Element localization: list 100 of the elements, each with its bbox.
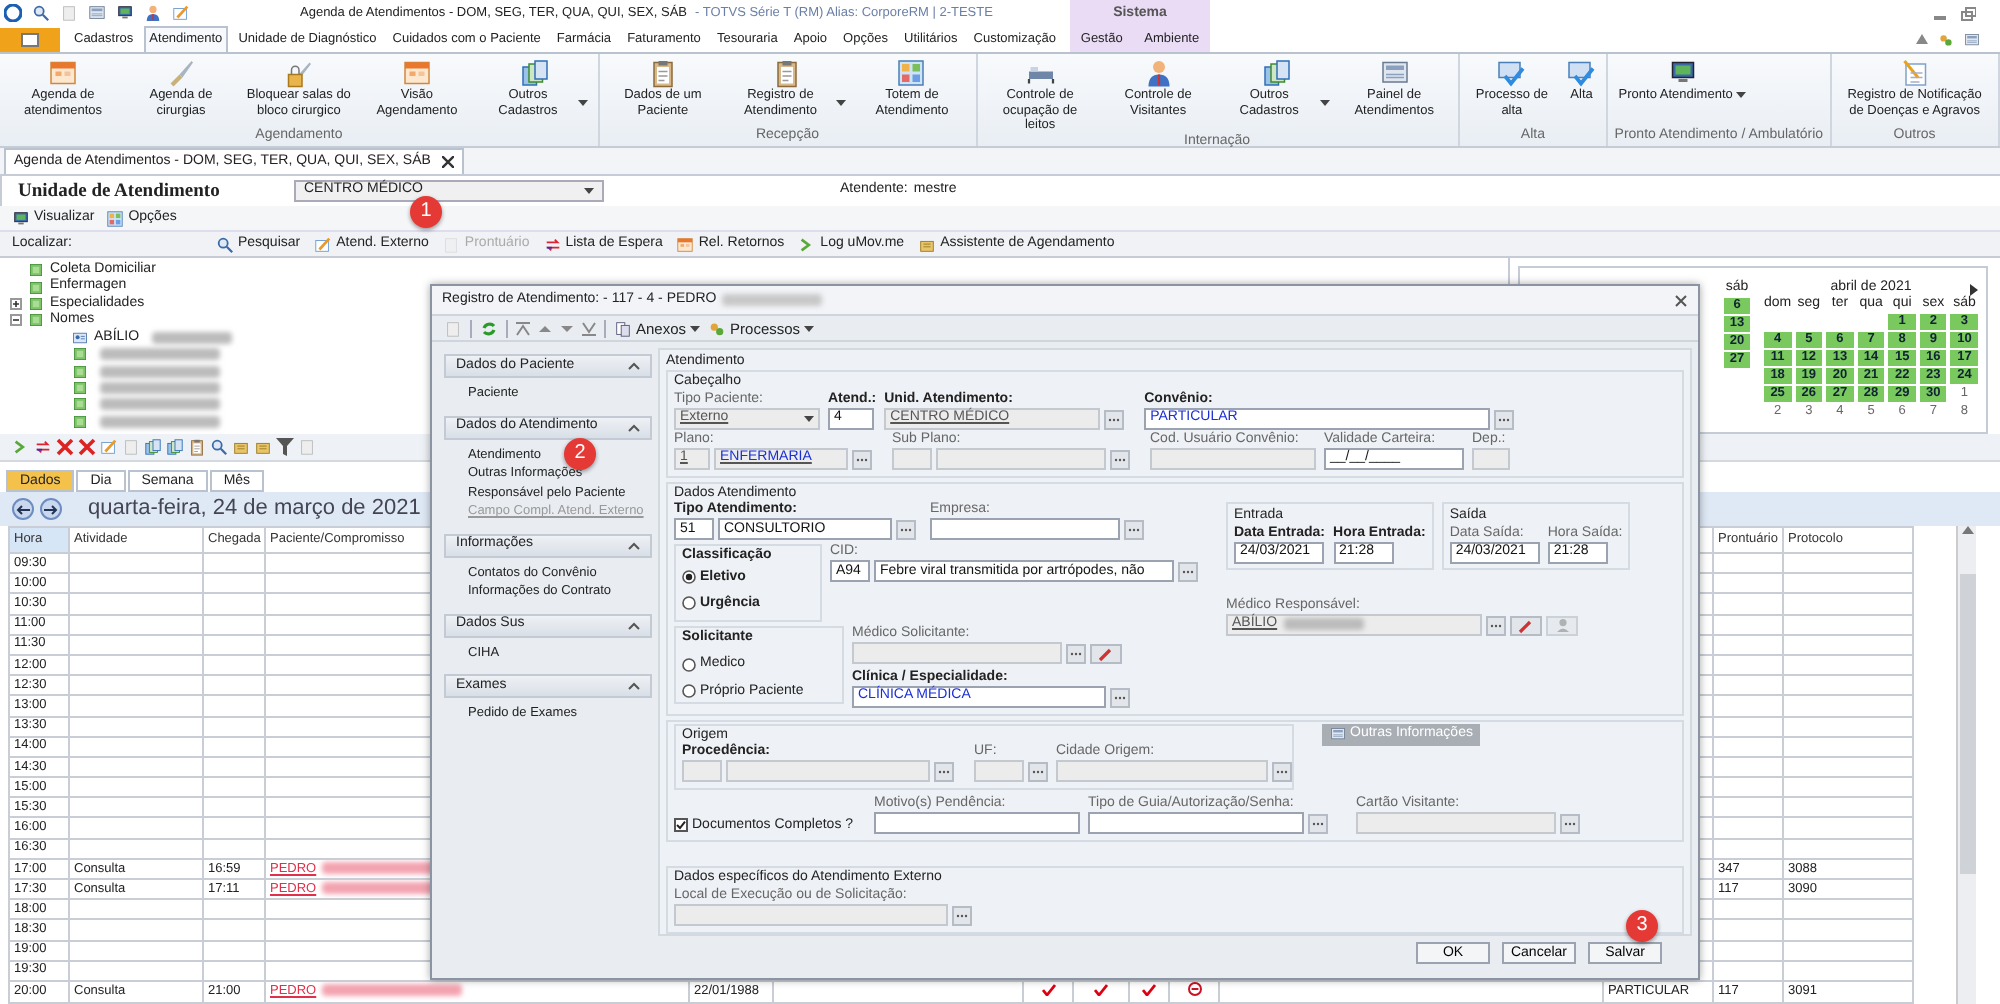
user-icon xyxy=(1555,618,1569,633)
input-field[interactable] xyxy=(874,812,1080,835)
ellipsis-icon xyxy=(1070,651,1082,656)
swap-arrows-icon xyxy=(34,438,52,456)
caret-icon xyxy=(1736,92,1747,99)
lookup-button[interactable] xyxy=(934,762,954,783)
caret-icon xyxy=(1319,100,1330,106)
ellipsis-icon xyxy=(1032,770,1044,775)
calendar-icon xyxy=(48,58,79,88)
caret-icon xyxy=(690,325,701,331)
first-record-icon xyxy=(516,321,530,335)
caret-icon xyxy=(804,415,814,422)
monitor-icon xyxy=(12,209,30,227)
next-day-button[interactable] xyxy=(40,498,62,520)
panel-icon xyxy=(1330,726,1346,743)
ellipsis-icon xyxy=(1108,417,1121,422)
lookup-button[interactable] xyxy=(1110,687,1130,708)
search-icon xyxy=(32,4,50,22)
caret-icon xyxy=(584,188,594,194)
next-record-icon xyxy=(560,321,574,335)
ellipsis-icon xyxy=(1490,623,1502,628)
ellipsis-icon xyxy=(938,770,950,775)
id-card-icon xyxy=(72,329,88,346)
padlock-icon xyxy=(283,58,314,88)
notepad-icon xyxy=(1899,58,1930,88)
lookup-button[interactable] xyxy=(1104,409,1125,430)
lookup-button[interactable] xyxy=(1178,562,1198,583)
close-icon xyxy=(1674,293,1688,307)
ellipsis-icon xyxy=(1312,822,1324,827)
lookup-button[interactable] xyxy=(1272,762,1292,783)
arrow-icon xyxy=(44,503,58,515)
date-title: quarta-feira, 24 de março de 2021 xyxy=(88,495,421,523)
caret-icon xyxy=(804,325,815,331)
delete-icon xyxy=(78,438,96,456)
lookup-button[interactable] xyxy=(952,905,972,925)
swap-arrows-icon xyxy=(543,235,562,253)
pen-icon xyxy=(1518,617,1534,634)
tiles-icon xyxy=(896,58,927,88)
lookup-button[interactable] xyxy=(1066,643,1086,664)
delete-icon xyxy=(56,438,74,456)
previous-day-button[interactable] xyxy=(12,498,34,520)
caret-icon xyxy=(577,100,588,106)
previous-record-icon xyxy=(538,321,552,335)
ellipsis-icon xyxy=(1114,695,1126,700)
gears-icon xyxy=(1938,31,1954,47)
pencil-icon xyxy=(314,235,333,253)
stacked-cards-icon xyxy=(1261,58,1292,88)
input-field[interactable] xyxy=(930,518,1120,541)
stacked-cards-icon xyxy=(166,438,184,456)
lookup-button[interactable] xyxy=(1124,520,1144,541)
arrow-icon xyxy=(16,503,30,515)
panel-icon xyxy=(1379,58,1410,88)
attachment-icon xyxy=(614,319,632,337)
tiles-icon xyxy=(106,209,125,227)
triangle-icon xyxy=(1916,34,1928,44)
person-icon xyxy=(1143,58,1174,88)
lookup-button[interactable] xyxy=(1110,449,1130,470)
application-menu-button[interactable] xyxy=(0,28,60,52)
lookup-button[interactable] xyxy=(1494,409,1515,430)
lookup-button[interactable] xyxy=(852,449,872,470)
pencil-icon xyxy=(172,4,190,22)
person-icon xyxy=(144,4,162,22)
ellipsis-icon xyxy=(1114,457,1126,462)
clipboard-icon xyxy=(647,58,678,88)
lookup-button[interactable] xyxy=(1560,814,1580,835)
unit-label: Unidade de Atendimento xyxy=(18,181,222,201)
caret-icon xyxy=(836,100,847,106)
input-field[interactable] xyxy=(1088,812,1304,835)
stacked-cards-icon xyxy=(144,438,162,456)
scrollbar[interactable] xyxy=(1956,526,1976,1004)
monitor-icon xyxy=(116,4,134,22)
check-screen-icon xyxy=(1566,58,1597,88)
stacked-cards-icon xyxy=(519,58,550,88)
restore-icon xyxy=(1960,5,1976,21)
lookup-button[interactable] xyxy=(1028,762,1048,783)
edit-button[interactable] xyxy=(1510,615,1542,636)
lookup-button[interactable] xyxy=(1486,615,1506,636)
document-icon xyxy=(60,4,78,22)
document-icon xyxy=(444,319,462,337)
ellipsis-icon xyxy=(856,457,868,462)
clipboard-icon xyxy=(772,58,803,88)
ellipsis-icon xyxy=(1128,528,1140,533)
last-record-icon xyxy=(582,321,596,335)
search-icon xyxy=(215,235,234,253)
next-month-icon xyxy=(1970,284,1978,296)
document-icon xyxy=(442,235,461,253)
edit-button[interactable] xyxy=(1090,643,1122,664)
calendar-icon xyxy=(676,235,695,253)
refresh-icon xyxy=(480,319,498,337)
app-logo-icon xyxy=(4,4,22,22)
lookup-button[interactable] xyxy=(896,520,916,541)
panel-icon xyxy=(88,4,106,22)
ellipsis-icon xyxy=(1276,770,1288,775)
lookup-button[interactable] xyxy=(1308,814,1328,835)
check-screen-icon xyxy=(1496,58,1527,88)
search-icon xyxy=(210,438,228,456)
close-icon xyxy=(442,156,455,168)
pencil-icon xyxy=(100,438,118,456)
ellipsis-icon xyxy=(900,528,912,533)
ellipsis-icon xyxy=(1182,570,1194,575)
